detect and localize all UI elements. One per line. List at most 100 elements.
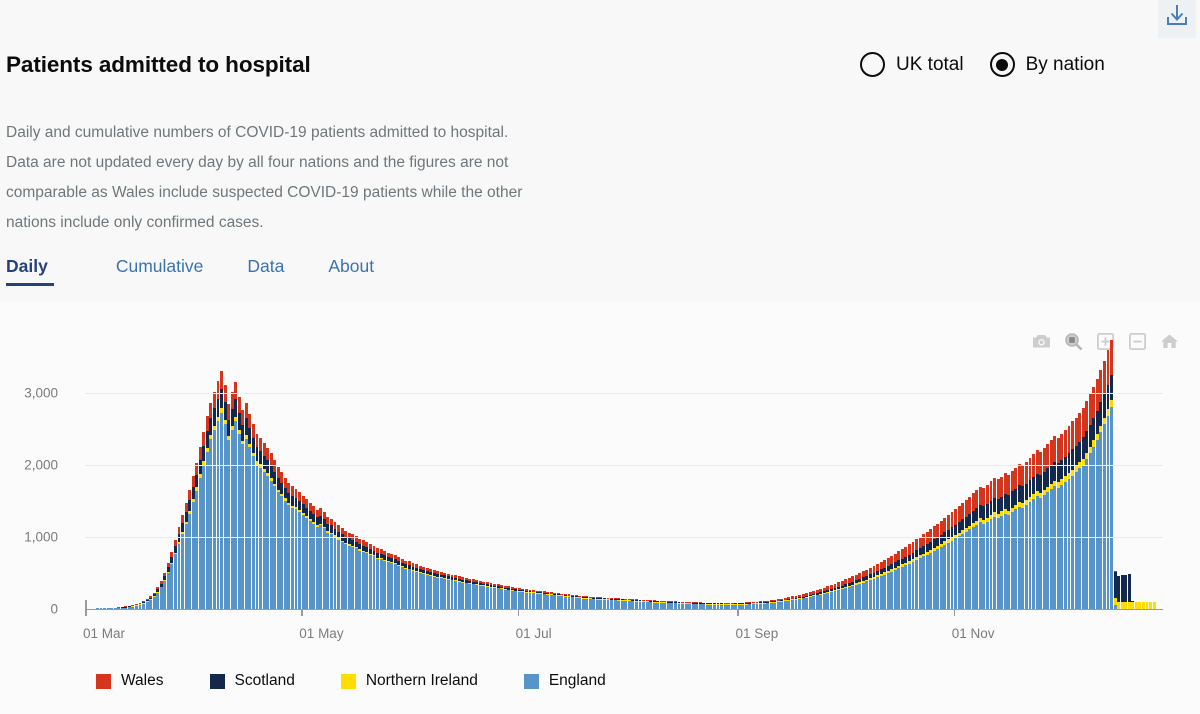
tab-data[interactable]: Data [227, 256, 308, 286]
bar[interactable] [510, 586, 514, 609]
bar[interactable] [982, 487, 986, 609]
bar[interactable] [826, 586, 830, 609]
bar[interactable] [1110, 340, 1114, 609]
bar[interactable] [790, 596, 794, 609]
bar[interactable] [858, 572, 862, 609]
bar[interactable] [478, 580, 482, 609]
tab-cumulative[interactable]: Cumulative [72, 256, 228, 286]
bar[interactable] [805, 593, 809, 609]
bar[interactable] [404, 560, 408, 609]
bar[interactable] [422, 566, 426, 609]
bar[interactable] [1099, 369, 1103, 609]
bar[interactable] [230, 392, 234, 609]
legend-item-scotland[interactable]: Scotland [209, 672, 295, 690]
bar[interactable] [844, 579, 848, 609]
bar[interactable] [1007, 474, 1011, 609]
bar[interactable] [876, 563, 879, 609]
bar[interactable] [159, 580, 163, 609]
bar[interactable] [390, 553, 394, 609]
bar[interactable] [851, 576, 855, 609]
bar[interactable] [181, 514, 184, 609]
bar[interactable] [822, 587, 826, 609]
bar[interactable] [528, 589, 532, 609]
bar[interactable] [968, 496, 972, 609]
bar[interactable] [244, 402, 248, 609]
bar[interactable] [237, 397, 241, 609]
bar[interactable] [819, 588, 823, 609]
bar[interactable] [542, 591, 546, 609]
bar[interactable] [429, 569, 433, 609]
bar[interactable] [290, 486, 294, 609]
bar[interactable] [1081, 408, 1085, 609]
bar[interactable] [418, 565, 422, 609]
tab-daily[interactable]: Daily [4, 256, 72, 286]
plot-area[interactable]: 0 1,000 2,000 3,000 01 Mar 01 May 01 Jul 01 Sep… [24, 340, 1163, 641]
bar[interactable] [794, 595, 798, 609]
bar[interactable] [411, 563, 415, 609]
bar[interactable] [507, 586, 511, 609]
bar[interactable] [1095, 378, 1099, 609]
bar[interactable] [269, 453, 273, 609]
bar[interactable] [535, 590, 539, 609]
bar[interactable] [1106, 350, 1110, 609]
bar[interactable] [603, 597, 606, 609]
bar[interactable] [1064, 430, 1067, 609]
bar[interactable] [489, 583, 493, 609]
bar[interactable] [961, 502, 965, 609]
bar[interactable] [1067, 426, 1071, 609]
bar[interactable] [1074, 417, 1078, 609]
bar[interactable] [1078, 412, 1082, 609]
bar[interactable] [276, 467, 280, 609]
bar[interactable] [815, 589, 819, 609]
bar[interactable] [996, 479, 1000, 609]
bar[interactable] [599, 597, 603, 609]
bar[interactable] [893, 553, 897, 609]
bar[interactable] [620, 598, 624, 609]
bar[interactable] [468, 578, 472, 609]
bar[interactable] [556, 593, 560, 609]
bar[interactable] [847, 577, 851, 609]
bar[interactable] [340, 528, 344, 609]
bar[interactable] [152, 592, 156, 609]
bar[interactable] [595, 597, 599, 609]
bar[interactable] [166, 562, 170, 609]
bar[interactable] [539, 590, 543, 609]
bar[interactable] [369, 543, 372, 609]
radio-by-nation[interactable]: By nation [989, 52, 1105, 77]
bar[interactable] [900, 549, 904, 609]
bar[interactable] [837, 582, 840, 609]
bar[interactable] [929, 529, 933, 609]
bar[interactable] [173, 539, 177, 609]
bar[interactable] [216, 381, 220, 609]
bar[interactable] [911, 541, 915, 609]
bar[interactable] [475, 579, 479, 609]
bar[interactable] [163, 572, 167, 609]
bar[interactable] [571, 594, 575, 609]
bar[interactable] [393, 555, 397, 609]
bar[interactable] [1039, 451, 1043, 609]
bar[interactable] [886, 557, 890, 609]
bar[interactable] [1003, 473, 1007, 609]
bar[interactable] [585, 596, 589, 609]
bar[interactable] [808, 592, 812, 609]
bar[interactable] [939, 520, 943, 609]
bar[interactable] [517, 588, 521, 609]
bar[interactable] [354, 536, 358, 609]
bar[interactable] [227, 404, 231, 609]
bar[interactable] [592, 596, 596, 609]
bar[interactable] [581, 596, 585, 609]
bar[interactable] [220, 371, 223, 609]
bar[interactable] [918, 536, 922, 609]
bar[interactable] [865, 569, 869, 609]
bar[interactable] [461, 577, 465, 609]
bar[interactable] [241, 409, 245, 609]
bar[interactable] [443, 572, 447, 609]
bar[interactable] [1053, 436, 1057, 609]
bar[interactable] [564, 594, 567, 609]
bar[interactable] [868, 567, 872, 609]
bar[interactable] [195, 462, 199, 609]
bar[interactable] [989, 481, 993, 609]
bar[interactable] [588, 596, 592, 609]
bar[interactable] [400, 558, 404, 609]
bar[interactable] [1010, 470, 1014, 609]
